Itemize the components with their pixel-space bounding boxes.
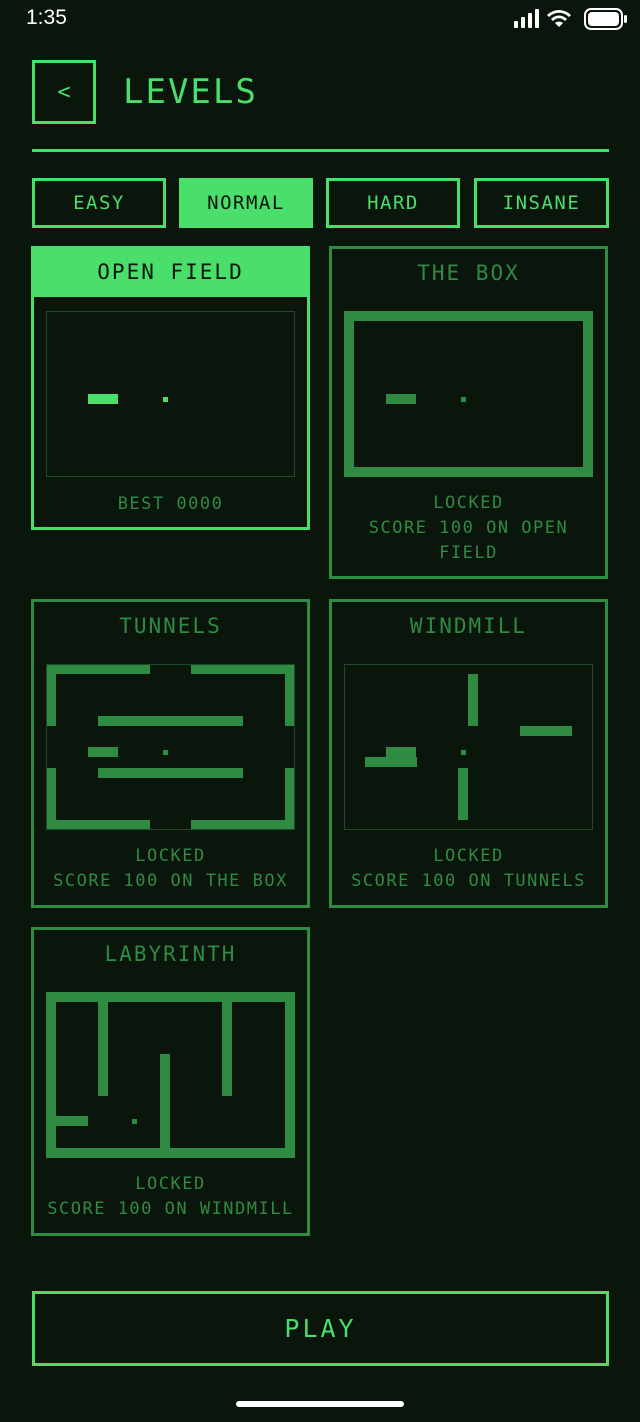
level-title: LABYRINTH bbox=[104, 942, 237, 966]
level-lock-status: LOCKED bbox=[135, 846, 206, 866]
level-unlock-hint: SCORE 100 ON TUNNELS bbox=[351, 871, 586, 891]
level-preview bbox=[46, 311, 295, 477]
level-card-windmill[interactable]: WINDMILL LOCKED SCORE 100 ON TUNNELS bbox=[329, 599, 608, 908]
level-lock-status: LOCKED bbox=[433, 493, 504, 513]
level-title: OPEN FIELD bbox=[31, 246, 310, 297]
level-lock-status: LOCKED bbox=[135, 1174, 206, 1194]
level-title: WINDMILL bbox=[409, 614, 528, 638]
tab-easy[interactable]: EASY bbox=[32, 178, 166, 228]
tab-normal[interactable]: NORMAL bbox=[179, 178, 313, 228]
level-preview bbox=[344, 311, 593, 477]
level-preview bbox=[46, 664, 295, 830]
level-unlock-hint: SCORE 100 ON OPEN FIELD bbox=[368, 518, 569, 563]
home-indicator[interactable] bbox=[236, 1401, 404, 1407]
difficulty-tabs: EASY NORMAL HARD INSANE bbox=[32, 178, 609, 228]
level-preview bbox=[344, 664, 593, 830]
level-unlock-hint: SCORE 100 ON WINDMILL bbox=[47, 1199, 294, 1219]
level-lock-status: LOCKED bbox=[433, 846, 504, 866]
status-time: 1:35 bbox=[26, 6, 67, 29]
level-best-score: BEST 0000 bbox=[117, 494, 224, 514]
level-unlock-hint: SCORE 100 ON THE BOX bbox=[53, 871, 288, 891]
level-card-open-field[interactable]: OPEN FIELD BEST 0000 bbox=[31, 246, 310, 530]
level-card-the-box[interactable]: THE BOX LOCKED SCORE 100 ON OPEN FIELD bbox=[329, 246, 608, 579]
signal-icon bbox=[514, 9, 539, 28]
header-divider bbox=[32, 149, 609, 152]
play-button[interactable]: PLAY bbox=[32, 1291, 609, 1366]
status-bar: 1:35 bbox=[0, 0, 640, 40]
level-card-labyrinth[interactable]: LABYRINTH LOCKED SCORE 100 ON WINDMILL bbox=[31, 927, 310, 1236]
wifi-icon bbox=[547, 10, 571, 27]
level-preview bbox=[46, 992, 295, 1158]
level-title: THE BOX bbox=[417, 261, 520, 285]
back-button[interactable]: < bbox=[32, 60, 96, 124]
level-card-tunnels[interactable]: TUNNELS LOCKED SCORE 100 ON THE BOX bbox=[31, 599, 310, 908]
page-title: LEVELS bbox=[123, 72, 258, 112]
tab-insane[interactable]: INSANE bbox=[474, 178, 609, 228]
level-title: TUNNELS bbox=[119, 614, 222, 638]
battery-icon bbox=[584, 8, 627, 30]
tab-hard[interactable]: HARD bbox=[326, 178, 460, 228]
